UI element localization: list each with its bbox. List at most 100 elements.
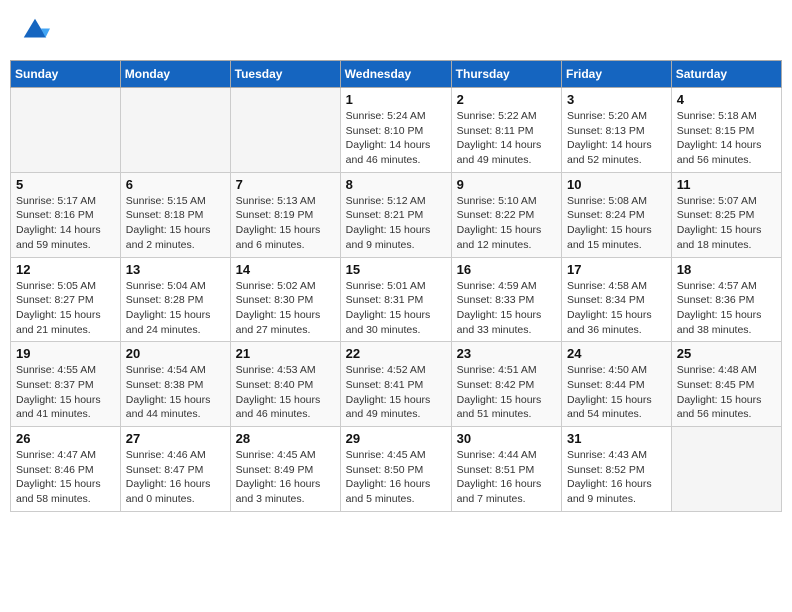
day-info: Sunrise: 5:10 AMSunset: 8:22 PMDaylight:… (457, 194, 556, 253)
calendar-cell: 20 Sunrise: 4:54 AMSunset: 8:38 PMDayligh… (120, 342, 230, 427)
day-info: Sunrise: 5:15 AMSunset: 8:18 PMDaylight:… (126, 194, 225, 253)
calendar-cell: 4 Sunrise: 5:18 AMSunset: 8:15 PMDaylight… (671, 88, 781, 173)
calendar-cell: 10 Sunrise: 5:08 AMSunset: 8:24 PMDayligh… (562, 172, 672, 257)
day-info: Sunrise: 4:58 AMSunset: 8:34 PMDaylight:… (567, 279, 666, 338)
day-number: 1 (346, 92, 446, 107)
calendar-week-row: 19 Sunrise: 4:55 AMSunset: 8:37 PMDayligh… (11, 342, 782, 427)
day-info: Sunrise: 5:08 AMSunset: 8:24 PMDaylight:… (567, 194, 666, 253)
calendar-cell: 28 Sunrise: 4:45 AMSunset: 8:49 PMDayligh… (230, 427, 340, 512)
logo (20, 15, 54, 45)
calendar-cell: 19 Sunrise: 4:55 AMSunset: 8:37 PMDayligh… (11, 342, 121, 427)
day-number: 20 (126, 346, 225, 361)
day-info: Sunrise: 5:12 AMSunset: 8:21 PMDaylight:… (346, 194, 446, 253)
day-number: 5 (16, 177, 115, 192)
day-of-week-header: Wednesday (340, 61, 451, 88)
day-info: Sunrise: 4:53 AMSunset: 8:40 PMDaylight:… (236, 363, 335, 422)
day-info: Sunrise: 5:01 AMSunset: 8:31 PMDaylight:… (346, 279, 446, 338)
day-number: 18 (677, 262, 776, 277)
calendar-cell: 12 Sunrise: 5:05 AMSunset: 8:27 PMDayligh… (11, 257, 121, 342)
day-number: 22 (346, 346, 446, 361)
day-number: 3 (567, 92, 666, 107)
day-info: Sunrise: 5:17 AMSunset: 8:16 PMDaylight:… (16, 194, 115, 253)
day-number: 8 (346, 177, 446, 192)
calendar-cell: 27 Sunrise: 4:46 AMSunset: 8:47 PMDayligh… (120, 427, 230, 512)
logo-icon (20, 15, 50, 45)
day-number: 26 (16, 431, 115, 446)
calendar-cell: 13Sunrise: 5:04 AMSunset: 8:28 PMDayligh… (120, 257, 230, 342)
day-number: 4 (677, 92, 776, 107)
calendar-cell (671, 427, 781, 512)
calendar-cell (120, 88, 230, 173)
day-of-week-header: Tuesday (230, 61, 340, 88)
calendar-cell: 26 Sunrise: 4:47 AMSunset: 8:46 PMDayligh… (11, 427, 121, 512)
calendar-cell: 18 Sunrise: 4:57 AMSunset: 8:36 PMDayligh… (671, 257, 781, 342)
day-number: 29 (346, 431, 446, 446)
day-info: Sunrise: 4:46 AMSunset: 8:47 PMDaylight:… (126, 448, 225, 507)
calendar-cell: 31 Sunrise: 4:43 AMSunset: 8:52 PMDayligh… (562, 427, 672, 512)
day-info: Sunrise: 4:54 AMSunset: 8:38 PMDaylight:… (126, 363, 225, 422)
day-info: Sunrise: 4:50 AMSunset: 8:44 PMDaylight:… (567, 363, 666, 422)
day-number: 28 (236, 431, 335, 446)
day-number: 23 (457, 346, 556, 361)
calendar-cell: 2Sunrise: 5:22 AMSunset: 8:11 PMDaylight… (451, 88, 561, 173)
day-info: Sunrise: 5:02 AMSunset: 8:30 PMDaylight:… (236, 279, 335, 338)
day-info: Sunrise: 4:55 AMSunset: 8:37 PMDaylight:… (16, 363, 115, 422)
calendar-header-row: SundayMondayTuesdayWednesdayThursdayFrid… (11, 61, 782, 88)
day-info: Sunrise: 5:13 AMSunset: 8:19 PMDaylight:… (236, 194, 335, 253)
calendar-cell: 25 Sunrise: 4:48 AMSunset: 8:45 PMDayligh… (671, 342, 781, 427)
day-number: 2 (457, 92, 556, 107)
calendar-cell: 7Sunrise: 5:13 AMSunset: 8:19 PMDaylight… (230, 172, 340, 257)
calendar-cell: 5 Sunrise: 5:17 AMSunset: 8:16 PMDaylight… (11, 172, 121, 257)
day-info: Sunrise: 4:57 AMSunset: 8:36 PMDaylight:… (677, 279, 776, 338)
calendar-cell: 14 Sunrise: 5:02 AMSunset: 8:30 PMDayligh… (230, 257, 340, 342)
day-number: 10 (567, 177, 666, 192)
day-number: 21 (236, 346, 335, 361)
day-of-week-header: Friday (562, 61, 672, 88)
day-number: 6 (126, 177, 225, 192)
calendar-cell (11, 88, 121, 173)
day-info: Sunrise: 4:51 AMSunset: 8:42 PMDaylight:… (457, 363, 556, 422)
day-info: Sunrise: 5:04 AMSunset: 8:28 PMDaylight:… (126, 279, 225, 338)
calendar-cell: 6 Sunrise: 5:15 AMSunset: 8:18 PMDaylight… (120, 172, 230, 257)
calendar-cell: 11Sunrise: 5:07 AMSunset: 8:25 PMDayligh… (671, 172, 781, 257)
day-number: 31 (567, 431, 666, 446)
day-of-week-header: Sunday (11, 61, 121, 88)
calendar-week-row: 26 Sunrise: 4:47 AMSunset: 8:46 PMDayligh… (11, 427, 782, 512)
day-info: Sunrise: 4:43 AMSunset: 8:52 PMDaylight:… (567, 448, 666, 507)
day-number: 17 (567, 262, 666, 277)
day-number: 25 (677, 346, 776, 361)
calendar-cell: 17 Sunrise: 4:58 AMSunset: 8:34 PMDayligh… (562, 257, 672, 342)
calendar-cell: 30 Sunrise: 4:44 AMSunset: 8:51 PMDayligh… (451, 427, 561, 512)
day-number: 19 (16, 346, 115, 361)
day-of-week-header: Thursday (451, 61, 561, 88)
day-info: Sunrise: 4:52 AMSunset: 8:41 PMDaylight:… (346, 363, 446, 422)
calendar-cell (230, 88, 340, 173)
day-info: Sunrise: 4:47 AMSunset: 8:46 PMDaylight:… (16, 448, 115, 507)
calendar-cell: 16Sunrise: 4:59 AMSunset: 8:33 PMDayligh… (451, 257, 561, 342)
day-info: Sunrise: 4:48 AMSunset: 8:45 PMDaylight:… (677, 363, 776, 422)
day-number: 12 (16, 262, 115, 277)
day-of-week-header: Saturday (671, 61, 781, 88)
day-number: 27 (126, 431, 225, 446)
calendar-week-row: 12 Sunrise: 5:05 AMSunset: 8:27 PMDayligh… (11, 257, 782, 342)
calendar-cell: 29Sunrise: 4:45 AMSunset: 8:50 PMDayligh… (340, 427, 451, 512)
day-number: 14 (236, 262, 335, 277)
calendar-table: SundayMondayTuesdayWednesdayThursdayFrid… (10, 60, 782, 512)
day-number: 30 (457, 431, 556, 446)
calendar-cell: 8 Sunrise: 5:12 AMSunset: 8:21 PMDaylight… (340, 172, 451, 257)
day-info: Sunrise: 4:59 AMSunset: 8:33 PMDaylight:… (457, 279, 556, 338)
day-of-week-header: Monday (120, 61, 230, 88)
day-info: Sunrise: 4:45 AMSunset: 8:49 PMDaylight:… (236, 448, 335, 507)
calendar-week-row: 5 Sunrise: 5:17 AMSunset: 8:16 PMDaylight… (11, 172, 782, 257)
day-number: 15 (346, 262, 446, 277)
day-info: Sunrise: 5:05 AMSunset: 8:27 PMDaylight:… (16, 279, 115, 338)
day-info: Sunrise: 4:44 AMSunset: 8:51 PMDaylight:… (457, 448, 556, 507)
calendar-cell: 21 Sunrise: 4:53 AMSunset: 8:40 PMDayligh… (230, 342, 340, 427)
calendar-cell: 15 Sunrise: 5:01 AMSunset: 8:31 PMDayligh… (340, 257, 451, 342)
day-info: Sunrise: 5:20 AMSunset: 8:13 PMDaylight:… (567, 109, 666, 168)
day-info: Sunrise: 5:18 AMSunset: 8:15 PMDaylight:… (677, 109, 776, 168)
calendar-cell: 24 Sunrise: 4:50 AMSunset: 8:44 PMDayligh… (562, 342, 672, 427)
day-info: Sunrise: 5:07 AMSunset: 8:25 PMDaylight:… (677, 194, 776, 253)
day-number: 24 (567, 346, 666, 361)
calendar-week-row: 1Sunrise: 5:24 AMSunset: 8:10 PMDaylight… (11, 88, 782, 173)
